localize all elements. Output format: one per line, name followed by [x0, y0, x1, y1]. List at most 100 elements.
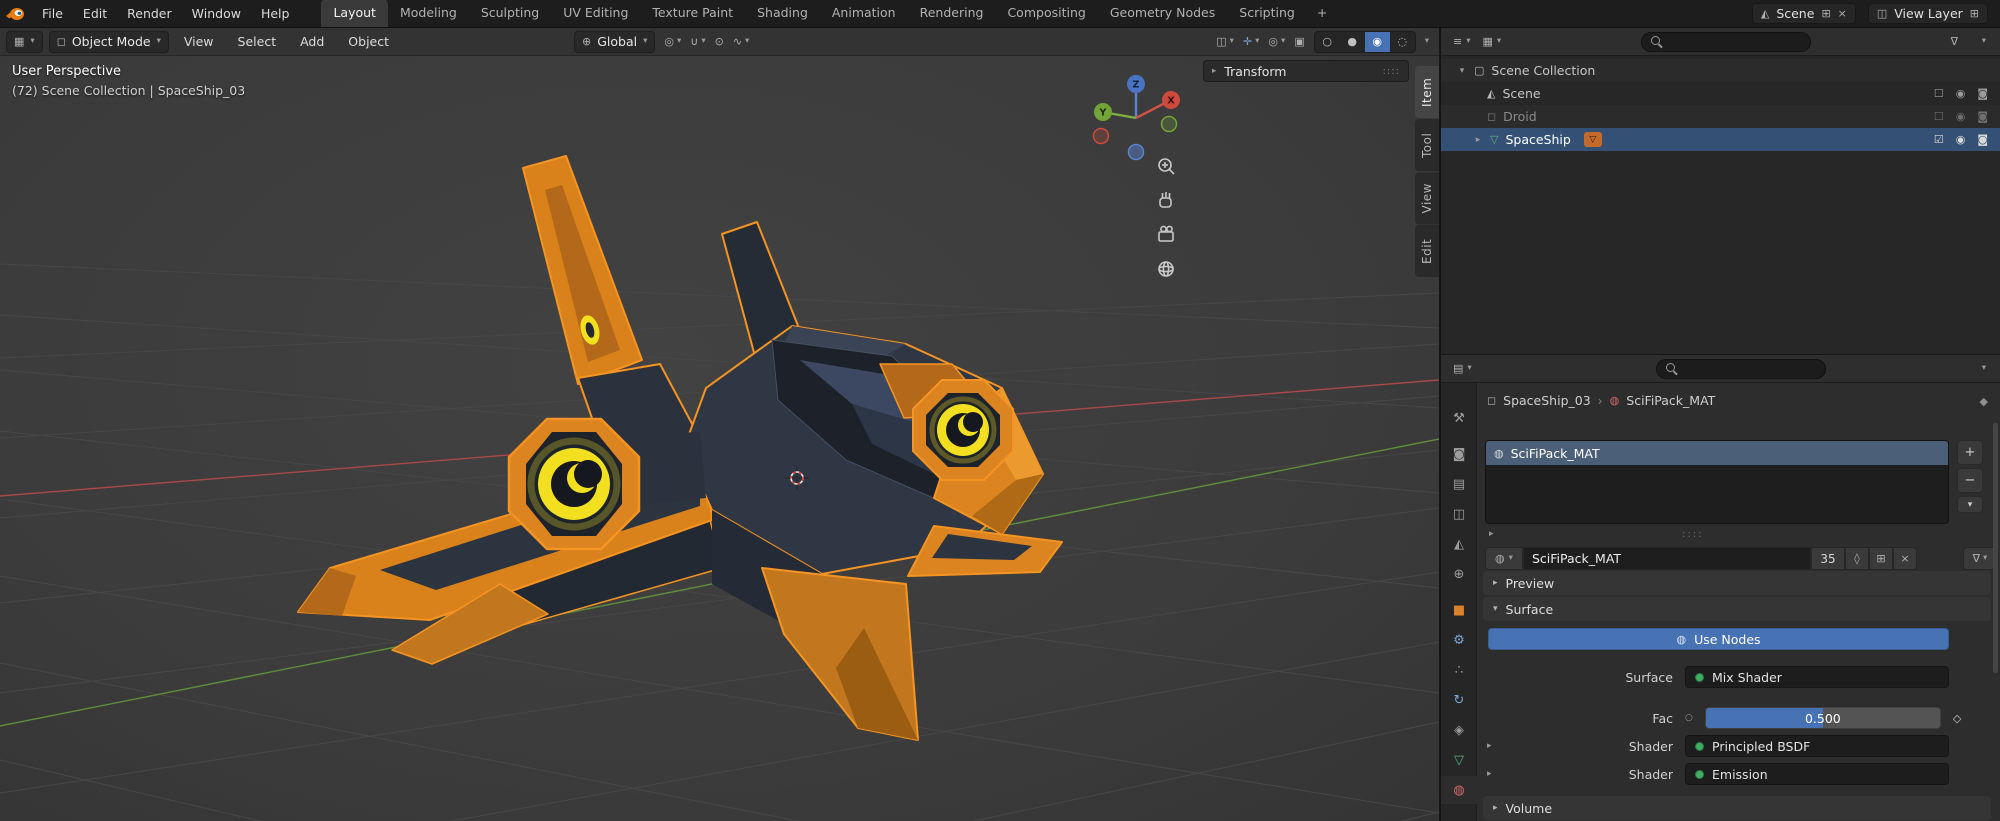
- workspace-tab-layout[interactable]: Layout: [321, 0, 388, 27]
- workspace-tab-rendering[interactable]: Rendering: [908, 0, 996, 27]
- surface-panel-header[interactable]: ▾ Surface: [1483, 597, 1991, 621]
- shading-material-button[interactable]: ◉: [1365, 32, 1390, 52]
- shading-wireframe-button[interactable]: ○: [1315, 32, 1340, 52]
- expand-icon[interactable]: ▸: [1487, 741, 1492, 751]
- proportional-editing-toggle[interactable]: ⊙: [715, 36, 724, 47]
- breadcrumb-material[interactable]: SciFiPack_MAT: [1626, 393, 1715, 408]
- preview-panel-header[interactable]: ▸ Preview: [1483, 571, 1991, 595]
- gizmo-neg-x-ball[interactable]: [1094, 129, 1109, 144]
- sidebar-tab-view[interactable]: View: [1415, 172, 1439, 224]
- shading-options-menu[interactable]: ▾: [1425, 37, 1429, 46]
- unlink-material-button[interactable]: ×: [1893, 547, 1917, 570]
- volume-panel-header[interactable]: ▸ Volume: [1483, 796, 1991, 820]
- slot-list-expander[interactable]: ▸: [1489, 529, 1494, 539]
- workspace-tab-geometry-nodes[interactable]: Geometry Nodes: [1098, 0, 1227, 27]
- hide-eye-icon[interactable]: ◉: [1956, 110, 1966, 123]
- sidebar-tab-edit[interactable]: Edit: [1415, 225, 1439, 277]
- add-workspace-button[interactable]: +: [1307, 0, 1337, 27]
- new-view-layer-icon[interactable]: ⊞: [1970, 8, 1979, 19]
- workspace-tab-modeling[interactable]: Modeling: [388, 0, 469, 27]
- outliner-search-input[interactable]: [1641, 32, 1811, 52]
- tab-data[interactable]: ▽: [1441, 746, 1477, 774]
- menu-file[interactable]: File: [32, 2, 73, 25]
- unlink-scene-icon[interactable]: ×: [1838, 8, 1847, 19]
- workspace-tab-animation[interactable]: Animation: [820, 0, 908, 27]
- perspective-toggle-icon[interactable]: [1159, 262, 1173, 276]
- material-slot-list[interactable]: ◍ SciFiPack_MAT: [1485, 440, 1949, 524]
- shader1-select[interactable]: Principled BSDF: [1685, 735, 1949, 757]
- menu-edit[interactable]: Edit: [73, 2, 117, 25]
- spaceship-model[interactable]: [298, 156, 1062, 740]
- shading-rendered-button[interactable]: ◌: [1390, 32, 1415, 52]
- view-layer-selector[interactable]: ◫ View Layer ⊞: [1868, 3, 1988, 24]
- outliner-filter-button[interactable]: ∇: [1945, 36, 1964, 47]
- 3d-viewport[interactable]: Z Y X: [0, 28, 1439, 821]
- transform-panel-header[interactable]: ▸ Transform ::::: [1203, 60, 1409, 82]
- menu-render[interactable]: Render: [117, 2, 182, 25]
- tab-tool[interactable]: ⚒: [1441, 404, 1477, 432]
- pin-icon[interactable]: ◆: [1980, 395, 1988, 408]
- gizmo-neg-y-ball[interactable]: [1162, 117, 1177, 132]
- outliner-editor-type-button[interactable]: ≡ ▾: [1447, 36, 1477, 47]
- gizmo-menu[interactable]: ✛ ▾: [1243, 36, 1260, 47]
- tab-constraints[interactable]: ◈: [1441, 716, 1477, 744]
- blender-logo-icon[interactable]: [0, 6, 30, 22]
- tab-scene[interactable]: ◭: [1441, 530, 1477, 558]
- properties-scrollbar[interactable]: [1993, 423, 1998, 673]
- panel-drag-grip[interactable]: ::::: [1383, 66, 1400, 77]
- workspace-tab-scripting[interactable]: Scripting: [1227, 0, 1307, 27]
- menu-window[interactable]: Window: [182, 2, 251, 25]
- exclude-checkbox[interactable]: ☑: [1934, 133, 1944, 146]
- workspace-tab-texture-paint[interactable]: Texture Paint: [640, 0, 745, 27]
- properties-search-input[interactable]: [1656, 359, 1826, 379]
- properties-editor-type-button[interactable]: ▤ ▾: [1447, 363, 1478, 374]
- object-visibility-menu[interactable]: ◫ ▾: [1216, 36, 1234, 47]
- exclude-checkbox[interactable]: ☐: [1934, 87, 1944, 100]
- new-scene-icon[interactable]: ⊞: [1821, 8, 1830, 19]
- sidebar-tab-item[interactable]: Item: [1415, 66, 1439, 118]
- menu-object[interactable]: Object: [339, 30, 398, 53]
- tab-world[interactable]: ⊕: [1441, 560, 1477, 588]
- menu-help[interactable]: Help: [251, 2, 300, 25]
- list-resize-grip[interactable]: ::::: [1682, 529, 1703, 540]
- expand-icon[interactable]: ▸: [1473, 135, 1483, 145]
- camera-view-icon[interactable]: [1159, 226, 1173, 241]
- tab-output[interactable]: ▤: [1441, 470, 1477, 498]
- workspace-tab-sculpting[interactable]: Sculpting: [469, 0, 551, 27]
- menu-view[interactable]: View: [175, 30, 223, 53]
- zoom-icon[interactable]: [1159, 159, 1174, 174]
- snap-toggle[interactable]: ∪ ▾: [690, 36, 705, 47]
- outliner-row-scene-collection[interactable]: ▾ ▢ Scene Collection: [1441, 59, 2000, 82]
- keyframe-diamond-icon[interactable]: ◇: [1953, 712, 1961, 725]
- new-material-button[interactable]: ⊞: [1869, 547, 1893, 570]
- tab-view-layer[interactable]: ◫: [1441, 500, 1477, 528]
- fac-slider[interactable]: 0.500: [1705, 707, 1941, 729]
- remove-slot-button[interactable]: −: [1957, 468, 1983, 493]
- outliner-options-button[interactable]: ▾: [1976, 37, 1992, 46]
- orientation-select[interactable]: ⊕ Global ▾: [574, 31, 655, 53]
- hide-eye-icon[interactable]: ◉: [1956, 133, 1966, 146]
- material-name-field[interactable]: SciFiPack_MAT: [1523, 547, 1811, 570]
- tab-object[interactable]: ■: [1441, 596, 1477, 624]
- menu-select[interactable]: Select: [229, 30, 286, 53]
- sidebar-tab-tool[interactable]: Tool: [1415, 119, 1439, 171]
- render-visibility-icon[interactable]: ◙: [1977, 87, 1988, 100]
- render-visibility-icon[interactable]: ◙: [1977, 133, 1988, 146]
- use-nodes-button[interactable]: ◍ Use Nodes: [1488, 628, 1949, 650]
- browse-material-button[interactable]: ◍ ▾: [1485, 547, 1523, 570]
- exclude-checkbox[interactable]: ☐: [1934, 110, 1944, 123]
- navigation-gizmo[interactable]: Z Y X: [1094, 75, 1181, 160]
- render-visibility-icon[interactable]: ◙: [1977, 110, 1988, 123]
- menu-add[interactable]: Add: [291, 30, 333, 53]
- expand-icon[interactable]: ▾: [1457, 66, 1467, 76]
- tab-material[interactable]: ◍: [1441, 776, 1477, 804]
- surface-shader-select[interactable]: Mix Shader: [1685, 666, 1949, 688]
- animate-decorator-icon[interactable]: ○: [1685, 713, 1693, 723]
- tab-render[interactable]: ◙: [1441, 440, 1477, 468]
- material-slot-selected[interactable]: ◍ SciFiPack_MAT: [1486, 441, 1948, 465]
- falloff-menu[interactable]: ∿ ▾: [733, 36, 750, 47]
- tab-modifiers[interactable]: ⚙: [1441, 626, 1477, 654]
- outliner-display-mode-button[interactable]: ▦ ▾: [1477, 36, 1508, 47]
- workspace-tab-uv-editing[interactable]: UV Editing: [551, 0, 640, 27]
- pan-hand-icon[interactable]: [1160, 192, 1171, 207]
